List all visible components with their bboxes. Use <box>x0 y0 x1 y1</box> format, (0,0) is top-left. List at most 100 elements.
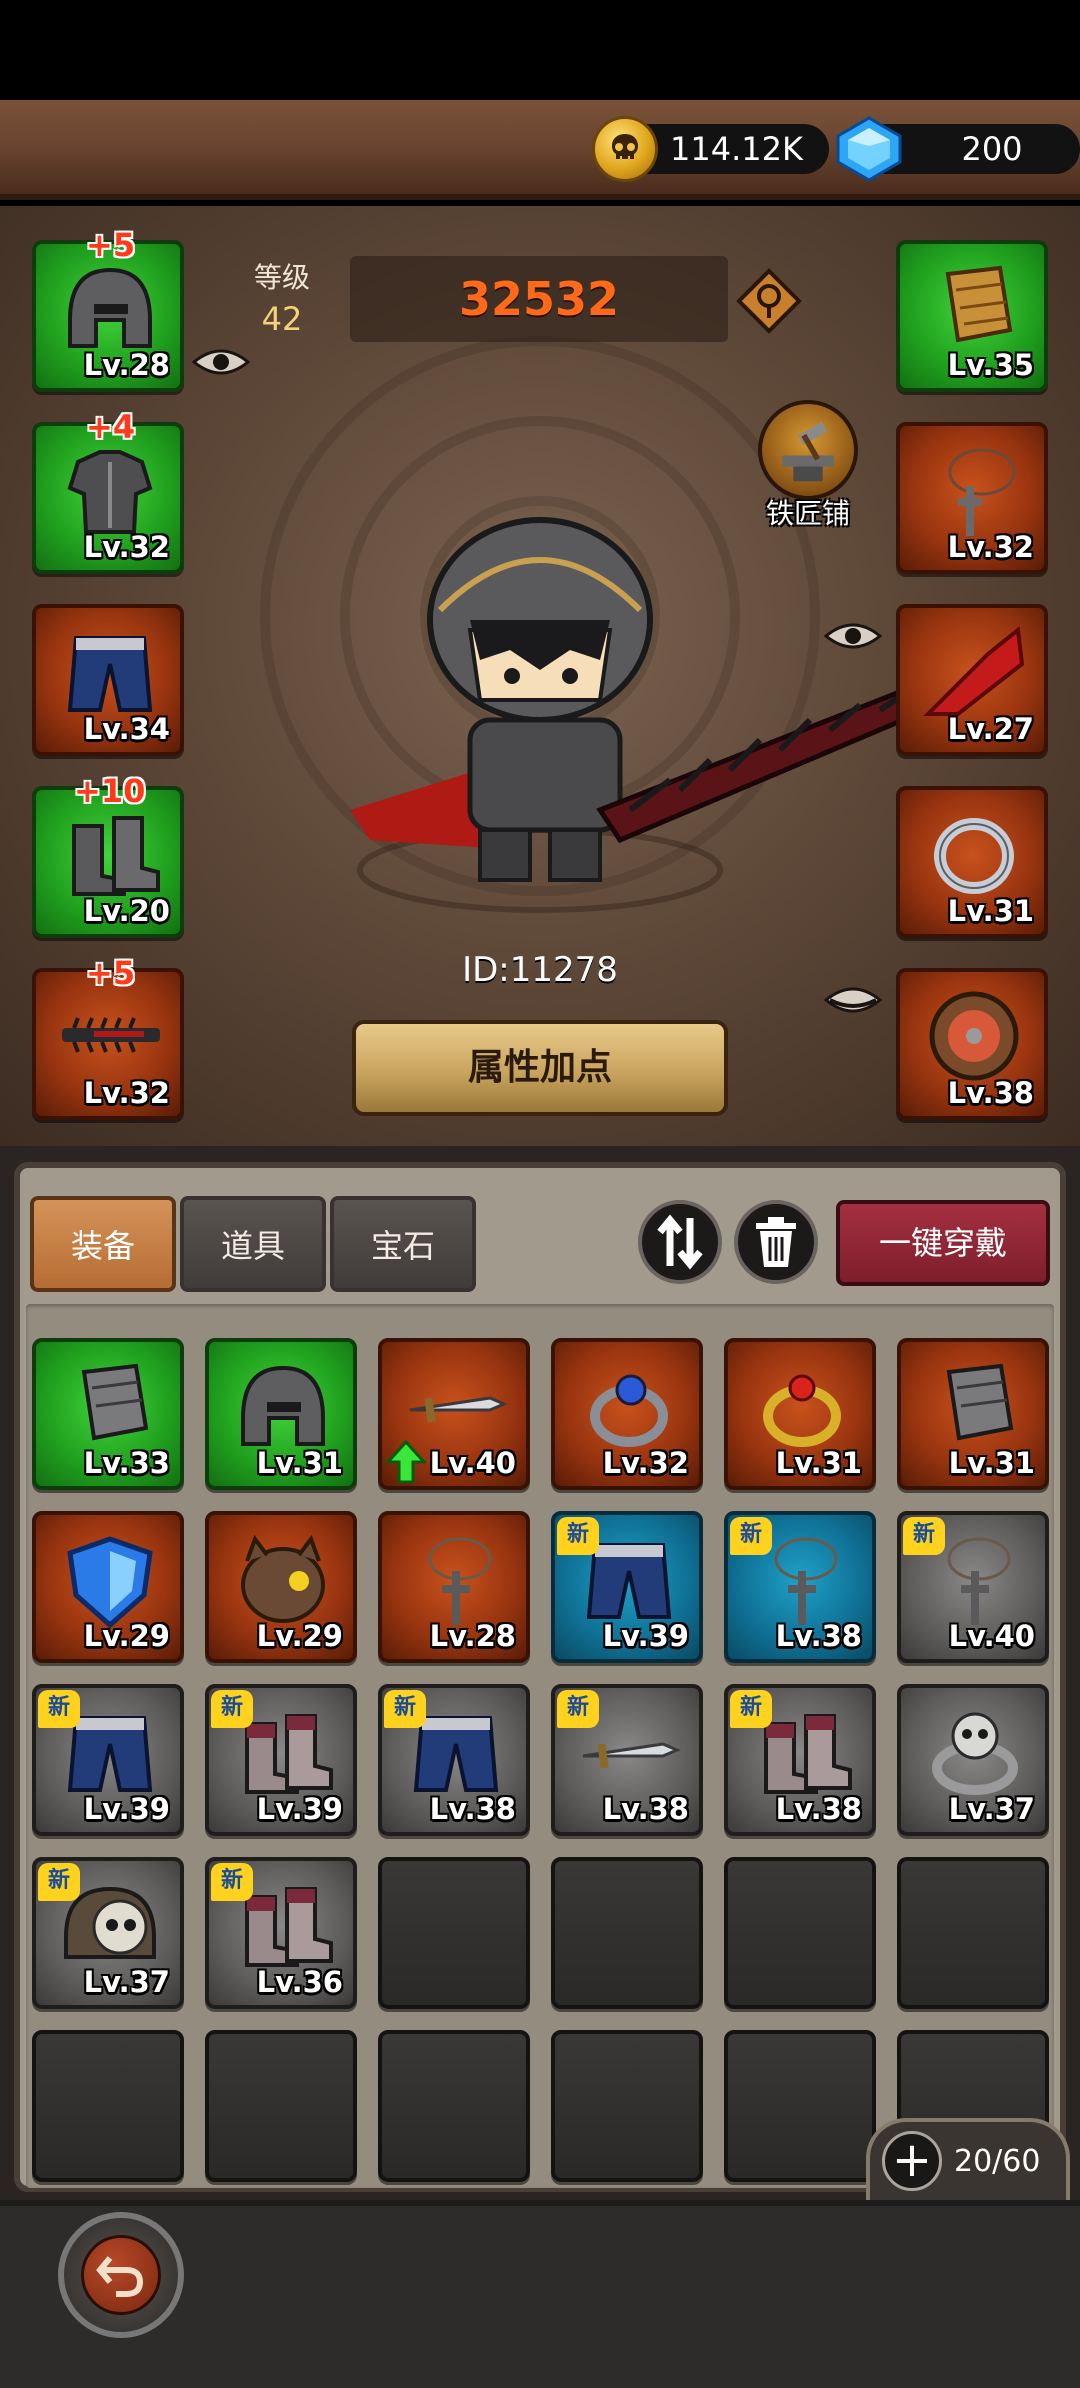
new-badge: 新 <box>730 1517 772 1555</box>
capacity-indicator[interactable]: + 20/60 <box>866 2118 1070 2200</box>
item-level: Lv.40 <box>429 1446 516 1480</box>
new-badge: 新 <box>211 1863 253 1901</box>
inventory-item[interactable]: 新 Lv.38 <box>724 1684 876 1836</box>
equipped-cape-slot[interactable]: Lv.27 <box>896 604 1048 756</box>
item-level: Lv.37 <box>948 1792 1035 1826</box>
inventory-item[interactable]: 新 Lv.39 <box>205 1684 357 1836</box>
necklace-icon <box>948 448 1016 536</box>
new-badge: 新 <box>211 1690 253 1728</box>
item-level: Lv.32 <box>83 1076 170 1110</box>
item-level: Lv.36 <box>256 1965 343 1999</box>
capacity-count: 20/60 <box>954 2143 1041 2179</box>
kite-shield-icon <box>67 1536 153 1629</box>
tab-gems[interactable]: 宝石 <box>330 1196 476 1292</box>
inventory-item[interactable]: Lv.29 <box>205 1511 357 1663</box>
player-level: 等级 42 <box>228 256 336 356</box>
tab-items[interactable]: 道具 <box>180 1196 326 1292</box>
helmet-icon <box>68 267 152 348</box>
eye-closed-icon[interactable] <box>824 982 882 1018</box>
inventory-item[interactable]: Lv.32 <box>551 1338 703 1490</box>
empty-slot[interactable] <box>724 1857 876 2009</box>
new-badge: 新 <box>384 1690 426 1728</box>
inventory-item[interactable]: 新 Lv.37 <box>32 1857 184 2009</box>
inventory-item[interactable]: Lv.28 <box>378 1511 530 1663</box>
new-badge: 新 <box>903 1517 945 1555</box>
equip-all-button[interactable]: 一键穿戴 <box>836 1200 1050 1286</box>
item-level: Lv.29 <box>83 1619 170 1653</box>
trash-icon <box>756 1217 796 1267</box>
item-level: Lv.29 <box>256 1619 343 1653</box>
equipped-shield-slot[interactable]: Lv.38 <box>896 968 1048 1120</box>
inventory-item[interactable]: 新 Lv.36 <box>205 1857 357 2009</box>
item-level: Lv.20 <box>83 894 170 928</box>
item-level: Lv.35 <box>947 348 1034 382</box>
new-badge: 新 <box>38 1690 80 1728</box>
new-badge: 新 <box>557 1517 599 1555</box>
sort-button[interactable] <box>638 1200 722 1284</box>
eye-icon[interactable] <box>192 344 250 380</box>
search-rank-icon[interactable] <box>736 268 802 334</box>
beast-helmet-icon <box>241 1534 325 1623</box>
equipped-ring-slot[interactable]: Lv.31 <box>896 786 1048 938</box>
inventory-item[interactable]: 新 Lv.38 <box>551 1684 703 1836</box>
empty-slot[interactable] <box>378 1857 530 2009</box>
inventory-item[interactable]: Lv.31 <box>205 1338 357 1490</box>
enhance-bonus: +10 <box>74 772 146 810</box>
back-button[interactable] <box>58 2212 184 2338</box>
item-level: Lv.31 <box>948 1446 1035 1480</box>
pants-icon <box>67 636 153 712</box>
bracer-icon <box>945 265 1013 343</box>
inventory-item[interactable]: 新 Lv.40 <box>897 1511 1049 1663</box>
upgrade-arrow-icon <box>386 1440 426 1484</box>
item-level: Lv.40 <box>948 1619 1035 1653</box>
enhance-bonus: +5 <box>86 226 136 264</box>
level-label: 等级 <box>253 261 310 294</box>
item-level: Lv.32 <box>947 530 1034 564</box>
inventory-item[interactable]: 新 Lv.39 <box>32 1684 184 1836</box>
item-level: Lv.38 <box>947 1076 1034 1110</box>
attribute-points-button[interactable]: 属性加点 <box>352 1020 728 1116</box>
item-level: Lv.38 <box>429 1792 516 1826</box>
bracer-icon <box>81 1363 149 1441</box>
equipped-necklace-slot[interactable]: Lv.32 <box>896 422 1048 574</box>
empty-slot[interactable] <box>897 1857 1049 2009</box>
empty-slot[interactable] <box>724 2030 876 2182</box>
inventory-item[interactable]: Lv.37 <box>897 1684 1049 1836</box>
inventory-item[interactable]: Lv.29 <box>32 1511 184 1663</box>
combat-power: 32532 <box>350 256 728 342</box>
expand-plus-icon[interactable]: + <box>882 2131 942 2191</box>
tab-equipment[interactable]: 装备 <box>30 1196 176 1292</box>
new-badge: 新 <box>38 1863 80 1901</box>
inventory-item[interactable]: 新 Lv.38 <box>378 1684 530 1836</box>
empty-slot[interactable] <box>551 1857 703 2009</box>
anvil-hammer-icon <box>758 400 858 500</box>
empty-slot[interactable] <box>378 2030 530 2182</box>
trash-button[interactable] <box>734 1200 818 1284</box>
item-level: Lv.28 <box>429 1619 516 1653</box>
item-level: Lv.32 <box>83 530 170 564</box>
inventory-item[interactable]: Lv.31 <box>724 1338 876 1490</box>
inventory-item[interactable]: 新 Lv.39 <box>551 1511 703 1663</box>
empty-slot[interactable] <box>32 2030 184 2182</box>
inventory-item[interactable]: 新 Lv.38 <box>724 1511 876 1663</box>
item-level: Lv.32 <box>602 1446 689 1480</box>
item-level: Lv.31 <box>256 1446 343 1480</box>
skull-ring-icon <box>932 1712 1018 1795</box>
gold-counter[interactable]: 114.12K <box>592 116 829 182</box>
gem-counter[interactable]: 200 <box>834 116 1080 182</box>
equipped-pants-slot[interactable]: Lv.34 <box>32 604 184 756</box>
item-level: Lv.31 <box>947 894 1034 928</box>
level-value: 42 <box>261 300 303 338</box>
empty-slot[interactable] <box>205 2030 357 2182</box>
item-level: Lv.31 <box>775 1446 862 1480</box>
inventory-item[interactable]: Lv.40 <box>378 1338 530 1490</box>
resource-bar: 114.12K 200 <box>0 100 1080 200</box>
item-level: Lv.39 <box>83 1792 170 1826</box>
item-level: Lv.38 <box>775 1792 862 1826</box>
inventory-item[interactable]: Lv.33 <box>32 1338 184 1490</box>
item-level: Lv.33 <box>83 1446 170 1480</box>
ring-icon <box>590 1374 668 1447</box>
empty-slot[interactable] <box>551 2030 703 2182</box>
inventory-item[interactable]: Lv.31 <box>897 1338 1049 1490</box>
equipped-gloves-slot[interactable]: Lv.35 <box>896 240 1048 392</box>
